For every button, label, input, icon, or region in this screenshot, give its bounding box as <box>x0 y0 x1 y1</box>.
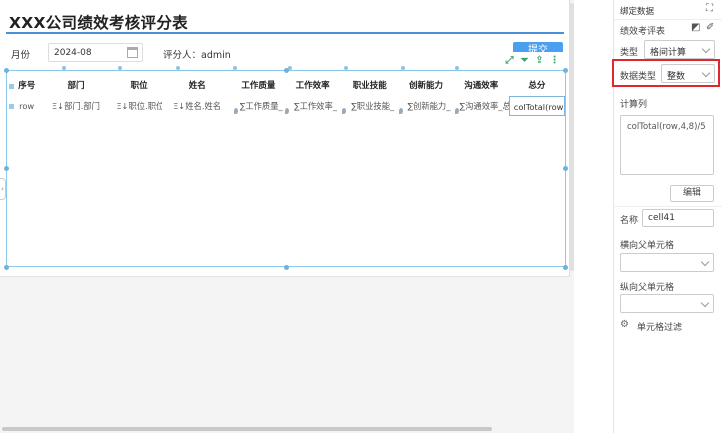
clear-icon[interactable]: ✐ <box>706 22 714 33</box>
data-cell[interactable]: ∑工作质量_ <box>233 96 284 116</box>
resize-handle[interactable] <box>284 265 289 270</box>
chevron-down-icon <box>700 257 710 267</box>
report-sheet: XXX公司绩效考核评分表 月份 2024-08 评分人：admin 提交 序号 … <box>0 0 570 277</box>
cell-toolbar: ⤢ ⏷ ⇪ ⋮ <box>500 52 564 68</box>
chevron-down-icon <box>700 298 710 308</box>
resize-handle[interactable] <box>4 265 9 270</box>
bind-pin-icon <box>399 108 404 114</box>
data-cell[interactable]: Ξ↓部门.部门 <box>36 96 117 116</box>
type-select[interactable]: 格间计算 <box>644 40 715 59</box>
data-cell[interactable]: Ξ↓姓名.姓名 <box>162 96 233 116</box>
resize-handle[interactable] <box>4 68 9 73</box>
v-parent-label: 纵向父单元格 <box>620 283 675 293</box>
dataset-name: 绩效考评表 <box>620 27 666 37</box>
bind-pin-icon <box>454 108 459 114</box>
fullscreen-icon[interactable]: ⛶ <box>706 3 713 14</box>
divider <box>614 19 722 20</box>
horizontal-scrollbar[interactable] <box>2 427 492 431</box>
gear-icon[interactable]: ⚙ <box>620 319 629 330</box>
edit-formula-button[interactable]: 编辑 <box>670 185 714 202</box>
data-cell[interactable]: ∑职业技能_ <box>341 96 398 116</box>
resize-handle[interactable] <box>4 166 9 171</box>
resize-handle[interactable] <box>284 68 289 73</box>
data-cell[interactable]: ∑创新能力_ <box>398 96 453 116</box>
data-cell[interactable]: ∑工作效率_ <box>284 96 341 116</box>
divider <box>613 206 722 207</box>
row-marker[interactable] <box>6 76 18 96</box>
h-parent-label: 横向父单元格 <box>620 241 675 251</box>
data-cell[interactable]: Ξ↓职位.职位 <box>116 96 161 116</box>
dataset-table-icon[interactable]: ◩ <box>691 22 700 33</box>
header-cell[interactable]: 创新能力 <box>398 76 453 96</box>
filter-icon[interactable]: ⏷ <box>519 55 530 66</box>
resize-handle[interactable] <box>563 265 568 270</box>
total-cell-selected[interactable]: colTotal(row, <box>508 96 566 116</box>
name-input[interactable]: cell41 <box>642 209 714 227</box>
type-value: 格间计算 <box>650 48 687 58</box>
header-cell[interactable]: 职业技能 <box>341 76 398 96</box>
export-icon[interactable]: ⇪ <box>534 55 545 66</box>
more-icon[interactable]: ⋮ <box>549 55 560 66</box>
highlight-annotation <box>612 59 720 87</box>
title-underline <box>6 32 564 34</box>
h-parent-select[interactable] <box>620 253 714 272</box>
month-label: 月份 <box>11 50 31 61</box>
calc-column-label: 计算列 <box>620 100 648 110</box>
calendar-icon[interactable] <box>127 47 138 58</box>
header-cell[interactable]: 部门 <box>36 76 117 96</box>
data-row: row Ξ↓部门.部门 Ξ↓职位.职位 Ξ↓姓名.姓名 ∑工作质量_ ∑工作效率… <box>6 96 566 116</box>
data-cell[interactable]: ∑沟通效率_总 <box>454 96 509 116</box>
month-value: 2024-08 <box>54 48 92 58</box>
cell-filter-link[interactable]: 单元格过滤 <box>637 320 682 333</box>
chevron-down-icon <box>701 44 711 54</box>
row-marker[interactable] <box>6 96 18 116</box>
bind-pin-icon <box>342 108 347 114</box>
header-cell[interactable]: 序号 <box>18 76 36 96</box>
header-row: 序号 部门 职位 姓名 工作质量 工作效率 职业技能 创新能力 沟通效率 总分 <box>6 76 565 96</box>
type-label: 类型 <box>620 48 639 58</box>
name-label: 名称 <box>620 216 639 226</box>
panel-header: 绑定数据 <box>620 7 655 17</box>
v-parent-select[interactable] <box>620 294 714 313</box>
month-input[interactable]: 2024-08 <box>48 43 143 62</box>
header-cell[interactable]: 工作效率 <box>284 76 341 96</box>
resize-handle[interactable] <box>563 68 568 73</box>
design-canvas[interactable]: XXX公司绩效考核评分表 月份 2024-08 评分人：admin 提交 序号 … <box>0 0 574 433</box>
formula-textarea[interactable]: colTotal(row,4,8)/5 <box>620 115 714 175</box>
bind-pin-icon <box>284 108 289 114</box>
header-cell[interactable]: 姓名 <box>162 76 233 96</box>
collapse-left-panel-tab[interactable]: › <box>0 178 6 200</box>
header-cell[interactable]: 工作质量 <box>233 76 284 96</box>
expand-icon[interactable]: ⤢ <box>504 55 515 66</box>
report-title[interactable]: XXX公司绩效考核评分表 <box>9 11 188 33</box>
header-cell[interactable]: 总分 <box>509 76 565 96</box>
header-cell[interactable]: 职位 <box>116 76 161 96</box>
resize-handle[interactable] <box>563 166 568 171</box>
header-cell[interactable]: 沟通效率 <box>454 76 509 96</box>
panel-gap <box>574 0 613 433</box>
data-cell[interactable]: row <box>18 96 36 116</box>
reviewer-label: 评分人：admin <box>163 50 231 61</box>
bind-pin-icon <box>233 108 238 114</box>
